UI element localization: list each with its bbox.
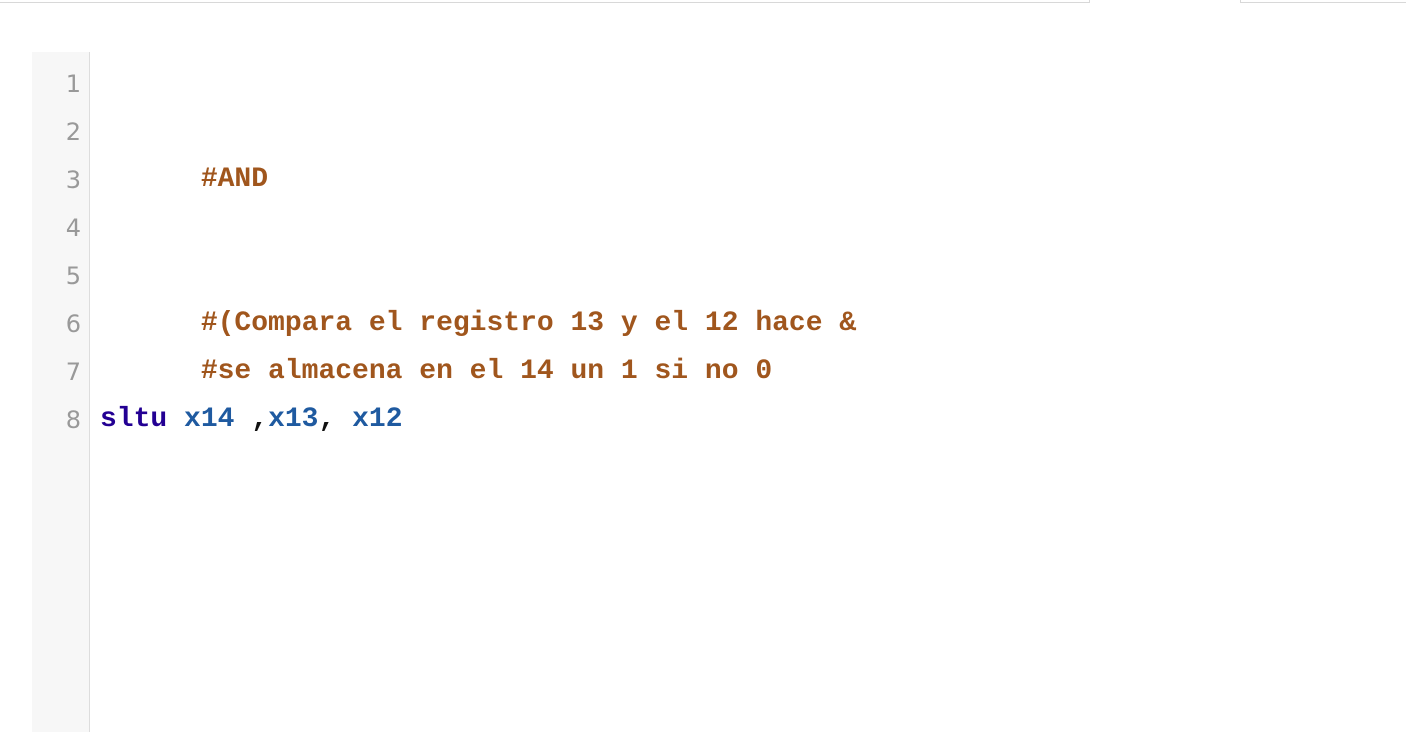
separator-token: , xyxy=(234,404,269,435)
register-token: x12 xyxy=(352,404,403,435)
code-text-area[interactable]: #AND #(Compara el registro 13 y el 12 ha… xyxy=(100,52,1390,732)
code-line-8[interactable]: sltu x14 ,x13, x12 xyxy=(100,396,403,444)
top-toolbar-edge xyxy=(0,0,1406,6)
comment-token: #se almacena en el 14 un 1 si no 0 xyxy=(200,356,773,387)
line-number-4: 4 xyxy=(65,214,81,242)
code-line-7[interactable] xyxy=(100,348,201,396)
code-line-3[interactable] xyxy=(100,156,201,204)
comment-token: #AND xyxy=(200,164,269,195)
instruction-token: sltu xyxy=(100,404,168,435)
line-number-2: 2 xyxy=(65,118,81,146)
separator-token: , xyxy=(318,404,353,435)
top-left-panel-edge xyxy=(0,0,1090,3)
register-token: x14 xyxy=(184,404,235,435)
code-line-2[interactable]: #AND xyxy=(100,108,268,195)
code-line-4[interactable] xyxy=(100,204,201,252)
code-line-5[interactable]: #(Compara el registro 13 y el 12 hace & xyxy=(100,252,856,339)
line-number-1: 1 xyxy=(65,70,81,98)
top-right-panel-edge xyxy=(1240,0,1406,3)
line-number-6: 6 xyxy=(65,310,81,338)
line-number-8: 8 xyxy=(65,406,81,434)
code-line-6[interactable]: #se almacena en el 14 un 1 si no 0 xyxy=(100,300,772,387)
line-number-7: 7 xyxy=(65,358,81,386)
line-number-gutter: 1 2 3 4 5 6 7 8 xyxy=(32,52,90,732)
line-number-3: 3 xyxy=(65,166,81,194)
code-editor[interactable]: 1 2 3 4 5 6 7 8 #AND #(Compara el regist… xyxy=(32,52,1406,732)
code-line-1[interactable] xyxy=(100,60,201,108)
line-number-5: 5 xyxy=(65,262,81,290)
register-token: x13 xyxy=(268,404,319,435)
